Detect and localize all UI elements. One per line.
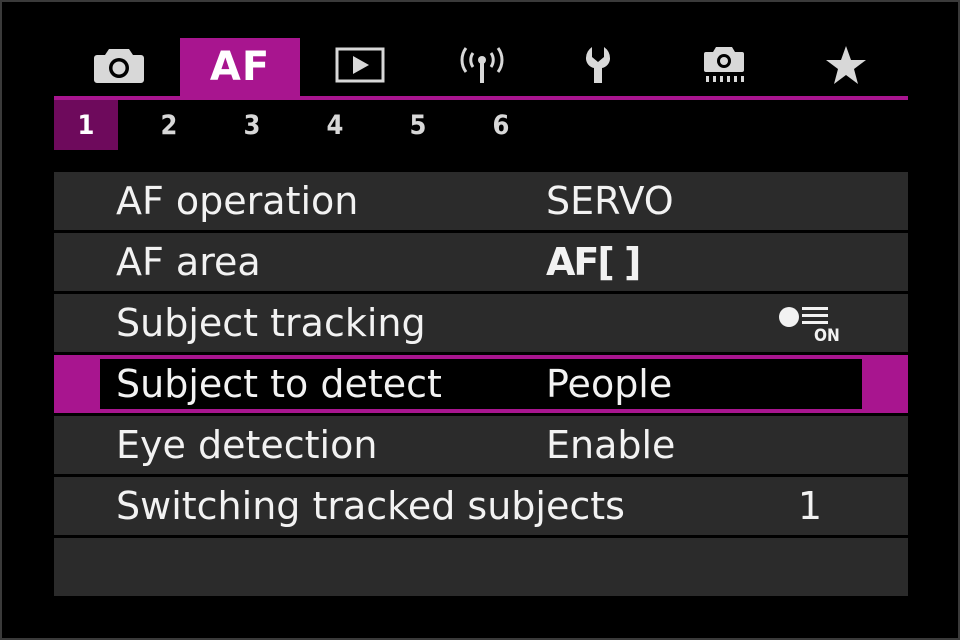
tab-playback[interactable] [300, 38, 420, 96]
subtab-3[interactable]: 3 [220, 100, 284, 150]
tab-wireless[interactable] [422, 38, 542, 96]
subtab-4[interactable]: 4 [303, 100, 367, 150]
tab-my-menu[interactable] [786, 38, 906, 96]
wrench-icon [585, 45, 622, 89]
subtab-2[interactable]: 2 [137, 100, 201, 150]
camera-icon [93, 45, 145, 89]
custom-camera-icon [700, 45, 748, 89]
subtab-5[interactable]: 5 [386, 100, 450, 150]
tab-custom-functions[interactable] [664, 38, 784, 96]
menu-item-value: Enable [546, 423, 676, 467]
af-menu-list: AF operation SERVO AF area AF[ ] Subject… [54, 172, 908, 599]
menu-item-value: 1 [797, 484, 822, 528]
menu-item-value: People [546, 362, 673, 406]
wireless-icon [458, 45, 506, 89]
menu-item-label: Subject to detect [116, 362, 442, 406]
subtab-1[interactable]: 1 [54, 100, 118, 150]
subtab-6[interactable]: 6 [469, 100, 533, 150]
camera-menu-screen: AF 1 2 3 4 5 6 AF operation SERVO AF are… [0, 0, 960, 640]
menu-item-switching-tracked-subjects[interactable]: Switching tracked subjects 1 [54, 477, 908, 535]
tab-af-label: AF [209, 44, 271, 90]
sub-tab-bar: 1 2 3 4 5 6 [54, 100, 908, 150]
menu-item-eye-detection[interactable]: Eye detection Enable [54, 416, 908, 474]
tab-shooting[interactable] [59, 38, 179, 96]
playback-icon [335, 47, 385, 87]
tab-af[interactable]: AF [180, 38, 300, 96]
menu-item-label: AF operation [116, 179, 359, 223]
menu-item-subject-tracking[interactable]: Subject tracking ON [54, 294, 908, 352]
star-icon [824, 44, 868, 90]
menu-item-af-area[interactable]: AF area AF[ ] [54, 233, 908, 291]
menu-item-label: Switching tracked subjects [116, 484, 625, 528]
menu-item-subject-to-detect[interactable]: Subject to detect People [54, 355, 908, 413]
main-tab-bar: AF [54, 38, 908, 96]
tracking-on-icon: ON [778, 303, 848, 346]
menu-item-label: Subject tracking [116, 301, 426, 345]
svg-text:ON: ON [814, 326, 840, 343]
menu-item-label: Eye detection [116, 423, 378, 467]
af-area-icon: AF[ ] [546, 240, 641, 284]
menu-item-label: AF area [116, 240, 261, 284]
menu-item-value: SERVO [546, 179, 674, 223]
tab-setup[interactable] [544, 38, 664, 96]
menu-item-af-operation[interactable]: AF operation SERVO [54, 172, 908, 230]
menu-item-empty [54, 538, 908, 596]
